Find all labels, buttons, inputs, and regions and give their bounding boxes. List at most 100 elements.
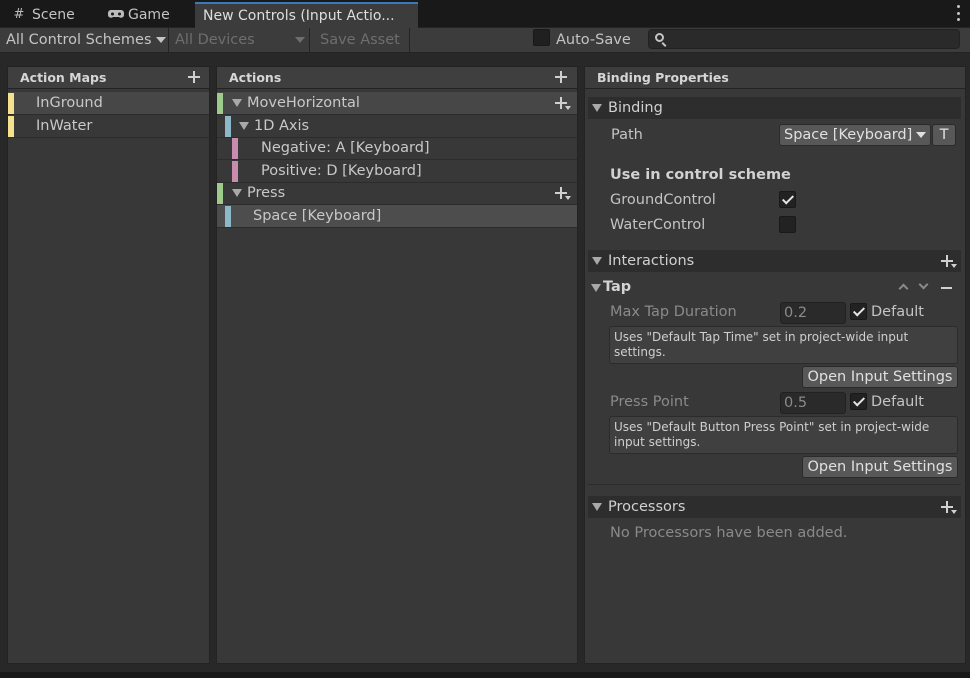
fold-arrow-icon[interactable] xyxy=(239,122,249,130)
search-input[interactable] xyxy=(648,29,960,49)
action-map-item[interactable]: InGround xyxy=(8,92,209,115)
remove-interaction-icon[interactable] xyxy=(941,287,952,289)
scheme-label: GroundControl xyxy=(610,192,716,208)
action-row[interactable]: MoveHorizontal xyxy=(217,92,577,115)
default-label: Default xyxy=(871,304,924,320)
fold-arrow-icon[interactable] xyxy=(232,99,242,107)
processors-section-header[interactable]: Processors xyxy=(588,496,961,518)
divider xyxy=(588,484,961,485)
add-action-icon[interactable] xyxy=(555,71,567,83)
help-box: Uses "Default Tap Time" set in project-w… xyxy=(609,326,958,364)
press-point-value: 0.5 xyxy=(784,395,808,411)
binding-section-title: Binding xyxy=(608,100,663,116)
part-label: Negative: A [Keyboard] xyxy=(261,140,430,156)
processors-section-title: Processors xyxy=(608,499,686,515)
fold-arrow-icon[interactable] xyxy=(592,104,602,112)
binding-properties-header: Binding Properties xyxy=(585,67,965,89)
panel-splitter[interactable] xyxy=(579,66,583,664)
binding-section-header[interactable]: Binding xyxy=(588,97,961,119)
binding-row[interactable]: Space [Keyboard] xyxy=(217,205,577,228)
control-scheme-dropdown[interactable]: All Control Schemes xyxy=(0,28,169,52)
tab-input-actions[interactable]: New Controls (Input Actio... xyxy=(195,2,418,28)
save-asset-button[interactable]: Save Asset xyxy=(310,28,410,52)
max-tap-duration-field[interactable]: 0.2 xyxy=(780,302,846,324)
action-row[interactable]: Press xyxy=(217,182,577,205)
path-label: Path xyxy=(611,127,643,143)
open-input-settings-button[interactable]: Open Input Settings xyxy=(802,366,958,388)
fold-arrow-icon[interactable] xyxy=(592,257,602,265)
water-control-checkbox[interactable] xyxy=(779,216,796,233)
tab-scene-label: Scene xyxy=(32,7,75,23)
press-point-label: Press Point xyxy=(610,394,689,410)
interactions-section-title: Interactions xyxy=(608,253,695,269)
composite-part-row[interactable]: Positive: D [Keyboard] xyxy=(217,160,577,183)
actions-title: Actions xyxy=(229,70,282,85)
action-maps-panel: Action Maps InGround InWater xyxy=(7,66,210,664)
composite-part-row[interactable]: Negative: A [Keyboard] xyxy=(217,137,577,160)
add-binding-icon[interactable] xyxy=(555,97,571,110)
ground-control-checkbox[interactable] xyxy=(779,191,796,208)
action-map-item[interactable]: InWater xyxy=(8,115,209,138)
status-bar xyxy=(0,672,970,678)
action-map-label: InWater xyxy=(36,118,93,134)
action-map-color-bar xyxy=(8,116,14,137)
path-dropdown[interactable]: Space [Keyboard] xyxy=(779,124,931,146)
open-input-settings-button[interactable]: Open Input Settings xyxy=(802,456,958,478)
press-point-field[interactable]: 0.5 xyxy=(780,392,846,414)
default-label: Default xyxy=(871,394,924,410)
action-label: MoveHorizontal xyxy=(247,95,360,111)
interactions-section-header[interactable]: Interactions xyxy=(588,250,961,272)
path-value: Space [Keyboard] xyxy=(784,127,913,143)
fold-arrow-icon[interactable] xyxy=(591,284,601,292)
max-tap-duration-value: 0.2 xyxy=(784,305,808,321)
editor-tab-bar: # Scene Game New Controls (Input Actio..… xyxy=(0,0,970,28)
tab-game-label: Game xyxy=(128,7,170,23)
gamepad-icon xyxy=(108,8,124,22)
actions-panel: Actions MoveHorizontal 1D Axis Negative:… xyxy=(216,66,578,664)
add-interaction-icon[interactable] xyxy=(941,255,957,268)
action-maps-header: Action Maps xyxy=(8,67,209,89)
processors-empty-message: No Processors have been added. xyxy=(610,525,848,541)
auto-save-label: Auto-Save xyxy=(556,32,631,48)
chevron-down-icon xyxy=(155,37,166,43)
composite-label: 1D Axis xyxy=(254,118,310,134)
tab-input-actions-label: New Controls (Input Actio... xyxy=(203,8,395,24)
auto-save-checkbox[interactable] xyxy=(533,29,550,46)
add-action-map-icon[interactable] xyxy=(188,71,200,83)
add-processor-icon[interactable] xyxy=(941,501,957,514)
binding-properties-panel: Binding Properties xyxy=(584,66,966,664)
part-label: Positive: D [Keyboard] xyxy=(261,163,422,179)
fold-arrow-icon[interactable] xyxy=(592,503,602,511)
control-scheme-title: Use in control scheme xyxy=(610,167,791,183)
action-maps-title: Action Maps xyxy=(20,70,107,85)
part-color-bar xyxy=(232,161,238,182)
panel-splitter[interactable] xyxy=(211,66,215,664)
help-box: Uses "Default Button Press Point" set in… xyxy=(609,416,958,454)
max-tap-duration-label: Max Tap Duration xyxy=(610,304,737,320)
devices-dropdown[interactable]: All Devices xyxy=(169,28,310,52)
devices-label: All Devices xyxy=(175,32,255,48)
press-point-default-checkbox[interactable] xyxy=(850,393,867,410)
text-mode-label: T xyxy=(939,127,949,143)
action-map-label: InGround xyxy=(36,95,103,111)
add-binding-icon[interactable] xyxy=(555,187,571,200)
binding-label: Space [Keyboard] xyxy=(253,208,382,224)
composite-color-bar xyxy=(225,116,231,137)
control-scheme-label: All Control Schemes xyxy=(6,32,152,48)
text-mode-button[interactable]: T xyxy=(932,124,956,146)
chevron-down-icon xyxy=(916,132,927,138)
max-tap-default-checkbox[interactable] xyxy=(850,303,867,320)
scheme-label: WaterControl xyxy=(610,217,706,233)
binding-color-bar xyxy=(225,206,231,227)
tab-scene[interactable]: # Scene xyxy=(4,2,83,28)
more-options-icon[interactable] xyxy=(956,5,960,21)
action-map-color-bar xyxy=(8,93,14,114)
composite-row[interactable]: 1D Axis xyxy=(217,115,577,138)
fold-arrow-icon[interactable] xyxy=(232,189,242,197)
tab-game[interactable]: Game xyxy=(100,2,178,28)
part-color-bar xyxy=(232,138,238,159)
save-asset-label: Save Asset xyxy=(320,32,400,48)
help-text: Uses "Default Button Press Point" set in… xyxy=(614,420,930,449)
action-color-bar xyxy=(217,93,223,114)
actions-header: Actions xyxy=(217,67,577,89)
